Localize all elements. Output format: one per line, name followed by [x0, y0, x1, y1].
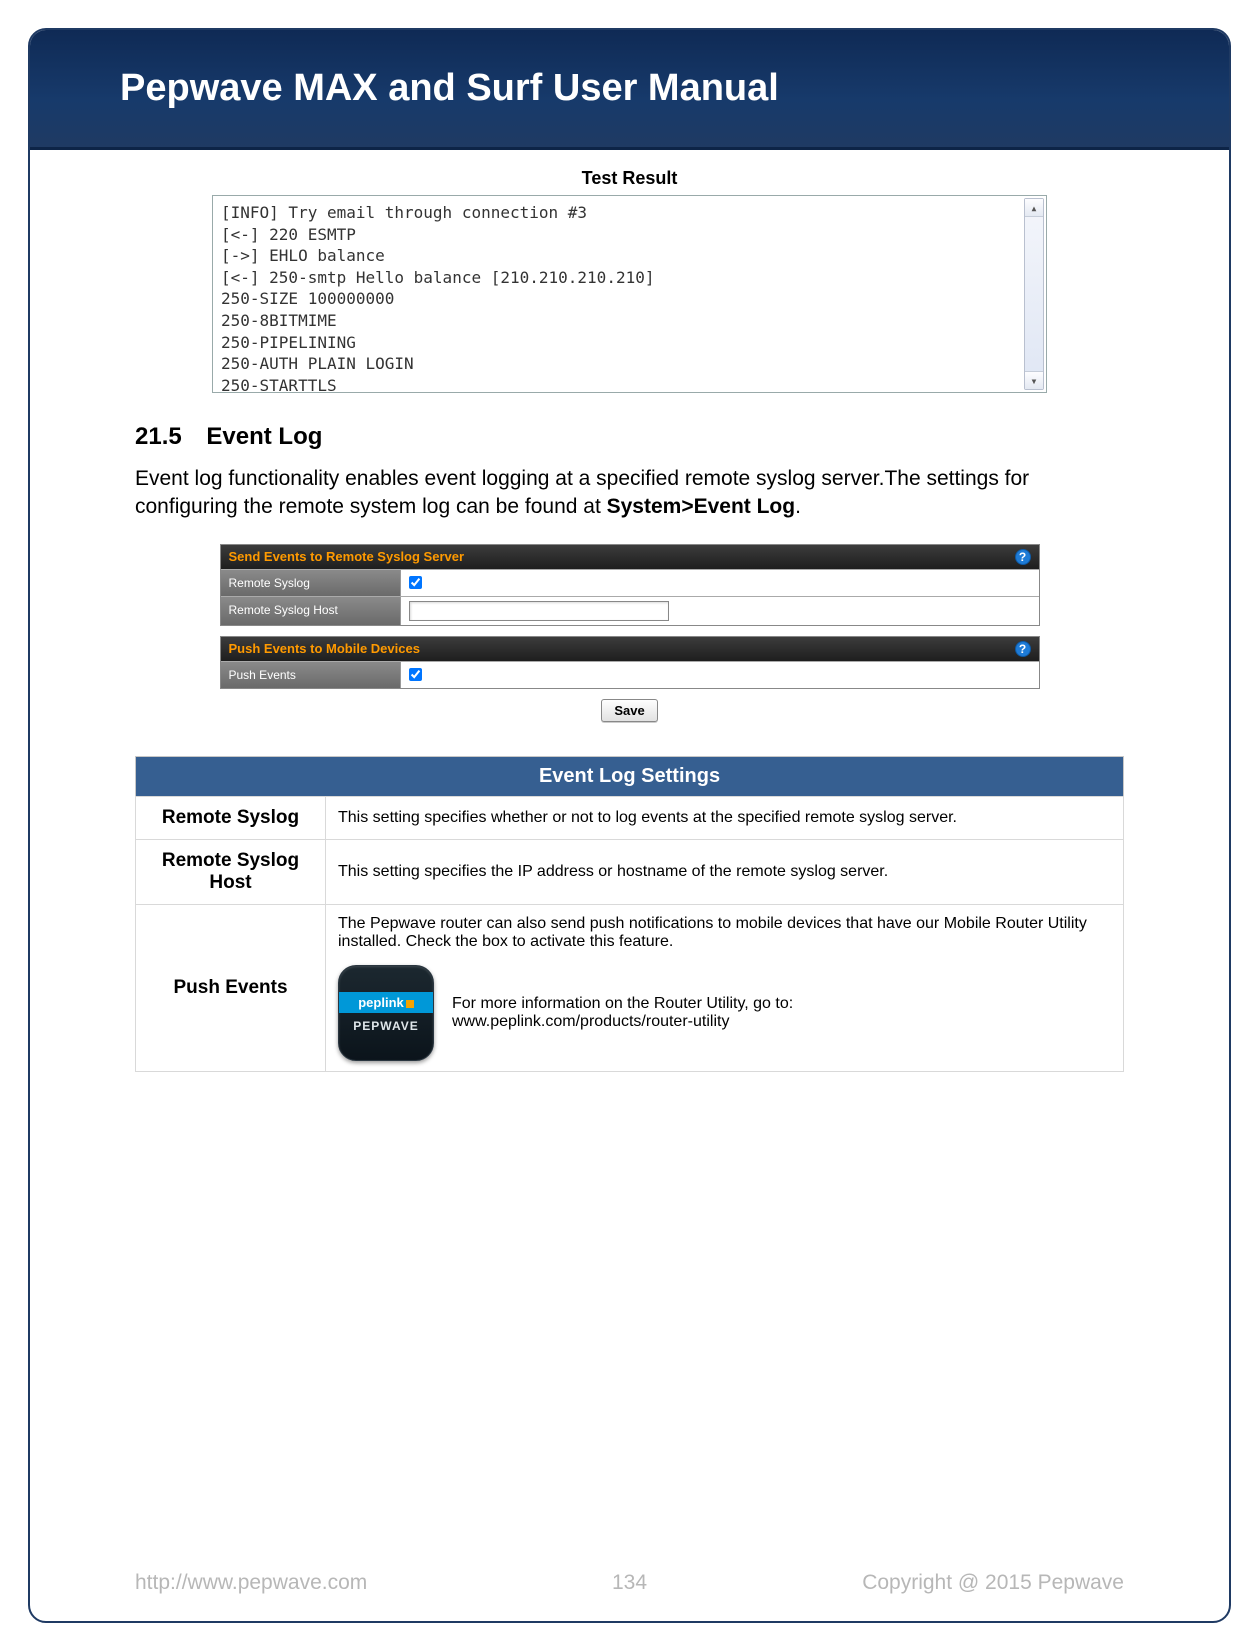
row-label: Remote Syslog Host [221, 597, 401, 625]
log-line: 250-PIPELINING [221, 332, 1038, 354]
app-icon-line2: PEPWAVE [353, 1019, 418, 1033]
app-icon-line1: peplink [358, 995, 404, 1010]
footer-url: http://www.pepwave.com [135, 1571, 367, 1595]
test-result-box: [INFO] Try email through connection #3 [… [212, 195, 1047, 393]
row-remote-syslog: Remote Syslog [221, 569, 1039, 596]
footer-copyright: Copyright @ 2015 Pepwave [862, 1571, 1124, 1595]
log-line: [<-] 220 ESMTP [221, 224, 1038, 246]
panel-header: Push Events to Mobile Devices ? [221, 637, 1039, 661]
log-line: [INFO] Try email through connection #3 [221, 202, 1038, 224]
panel-title: Push Events to Mobile Devices [229, 641, 420, 656]
row-desc-push: The Pepwave router can also send push no… [326, 904, 1124, 1071]
scroll-up-icon[interactable]: ▴ [1025, 199, 1043, 217]
push-desc-url: www.peplink.com/products/router-utility [452, 1013, 793, 1031]
section-number: 21.5 [135, 423, 182, 450]
remote-syslog-host-input[interactable] [409, 601, 669, 621]
settings-screenshot: Send Events to Remote Syslog Server ? Re… [220, 544, 1040, 722]
log-line: 250-SIZE 100000000 [221, 288, 1038, 310]
dot-icon [406, 1000, 414, 1008]
section-title: Event Log [206, 423, 322, 450]
paragraph-bold: System>Event Log [607, 495, 795, 518]
row-desc: This setting specifies whether or not to… [326, 796, 1124, 839]
row-label: Remote Syslog [221, 570, 401, 596]
table-header: Event Log Settings [136, 756, 1124, 796]
table-row: Remote Syslog This setting specifies whe… [136, 796, 1124, 839]
paragraph-text: Event log functionality enables event lo… [135, 467, 1029, 518]
log-line: 250-AUTH PLAIN LOGIN [221, 353, 1038, 375]
event-log-settings-table: Event Log Settings Remote Syslog This se… [135, 756, 1124, 1072]
document-title: Pepwave MAX and Surf User Manual [120, 67, 779, 110]
save-button[interactable]: Save [601, 699, 657, 722]
scroll-down-icon[interactable]: ▾ [1025, 371, 1043, 389]
log-line: 250-8BITMIME [221, 310, 1038, 332]
save-row: Save [220, 699, 1040, 722]
log-line: [->] EHLO balance [221, 245, 1038, 267]
section-paragraph: Event log functionality enables event lo… [135, 465, 1124, 522]
header-band: Pepwave MAX and Surf User Manual [30, 30, 1229, 150]
test-result-log: [INFO] Try email through connection #3 [… [212, 195, 1047, 393]
page-border: Pepwave MAX and Surf User Manual Test Re… [28, 28, 1231, 1623]
table-row: Remote Syslog Host This setting specifie… [136, 839, 1124, 904]
page-footer: http://www.pepwave.com 134 Copyright @ 2… [30, 1571, 1229, 1595]
push-events-checkbox[interactable] [409, 668, 422, 681]
row-label: Remote Syslog Host [136, 839, 326, 904]
push-desc-moreinfo: For more information on the Router Utili… [452, 995, 793, 1013]
paragraph-suffix: . [795, 495, 801, 518]
log-line: 250-STARTTLS [221, 375, 1038, 393]
help-icon[interactable]: ? [1015, 641, 1031, 657]
content-area: Test Result [INFO] Try email through con… [30, 150, 1229, 1072]
row-desc: This setting specifies the IP address or… [326, 839, 1124, 904]
row-label: Push Events [221, 662, 401, 688]
help-icon[interactable]: ? [1015, 549, 1031, 565]
router-utility-app-icon: peplink PEPWAVE [338, 965, 434, 1061]
panel-push-events: Push Events to Mobile Devices ? Push Eve… [220, 636, 1040, 689]
table-row: Push Events The Pepwave router can also … [136, 904, 1124, 1071]
test-result-heading: Test Result [135, 168, 1124, 189]
panel-title: Send Events to Remote Syslog Server [229, 549, 465, 564]
remote-syslog-checkbox[interactable] [409, 576, 422, 589]
section-heading: 21.5 Event Log [135, 423, 1124, 451]
row-label: Remote Syslog [136, 796, 326, 839]
panel-header: Send Events to Remote Syslog Server ? [221, 545, 1039, 569]
push-desc-link-block: For more information on the Router Utili… [452, 995, 793, 1031]
push-desc-text: The Pepwave router can also send push no… [338, 915, 1111, 951]
scrollbar[interactable]: ▴ ▾ [1024, 198, 1044, 390]
footer-page-number: 134 [612, 1571, 647, 1595]
log-line: [<-] 250-smtp Hello balance [210.210.210… [221, 267, 1038, 289]
row-remote-syslog-host: Remote Syslog Host [221, 596, 1039, 625]
row-push-events: Push Events [221, 661, 1039, 688]
panel-send-events: Send Events to Remote Syslog Server ? Re… [220, 544, 1040, 626]
row-label: Push Events [136, 904, 326, 1071]
